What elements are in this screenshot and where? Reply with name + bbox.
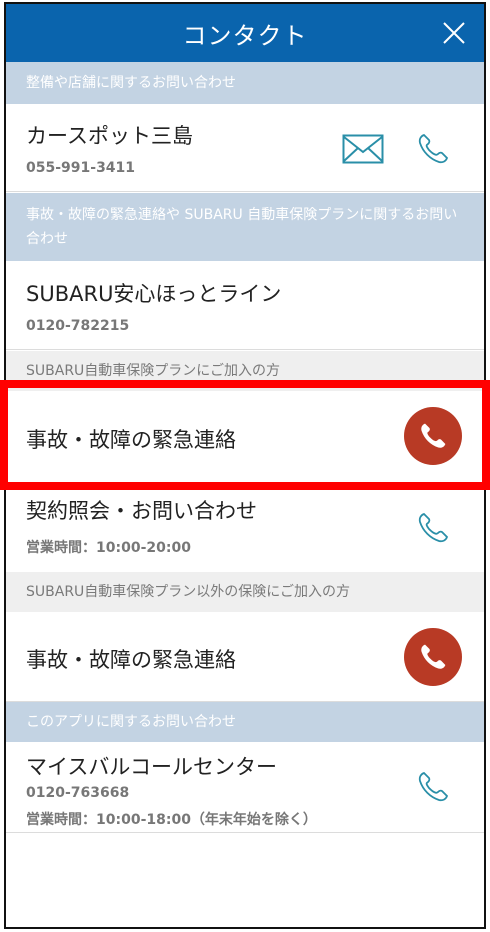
section-label: SUBARU自動車保険プランにご加入の方 [26, 363, 281, 379]
section-label: 事故・故障の緊急連絡や SUBARU 自動車保険プランに関するお問い合わせ [26, 207, 458, 247]
phone-icon[interactable] [404, 407, 462, 465]
contact-row-subaru-line[interactable]: SUBARU安心ほっとライン 0120-782215 [6, 262, 484, 350]
contact-screen: コンタクト 整備や店舗に関するお問い合わせ カースポット三島 055-991-3… [4, 2, 486, 929]
contact-row-dealer[interactable]: カースポット三島 055-991-3411 [6, 104, 484, 192]
mail-icon[interactable] [342, 134, 384, 168]
contact-phone: 0120-763668 [26, 785, 130, 801]
contact-row-other-emergency[interactable]: 事故・故障の緊急連絡 [6, 612, 484, 702]
close-icon[interactable] [440, 19, 468, 47]
section-label: このアプリに関するお問い合わせ [26, 714, 236, 730]
contact-hours: 営業時間：10:00-20:00 [26, 540, 191, 556]
contact-name: マイスバルコールセンター [26, 755, 277, 779]
contact-row-plan-contract[interactable]: 契約照会・お問い合わせ 営業時間：10:00-20:00 [6, 485, 484, 575]
section-header-dealer: 整備や店舗に関するお問い合わせ [6, 62, 484, 104]
section-header-plan-members: SUBARU自動車保険プランにご加入の方 [6, 351, 484, 391]
contact-row-plan-emergency[interactable]: 事故・故障の緊急連絡 [6, 392, 484, 484]
phone-icon[interactable] [416, 132, 450, 170]
header-bar: コンタクト [6, 4, 484, 62]
section-label: 整備や店舗に関するお問い合わせ [26, 75, 236, 91]
contact-name: 事故・故障の緊急連絡 [26, 428, 236, 452]
section-label: SUBARU自動車保険プラン以外の保険にご加入の方 [26, 584, 351, 600]
contact-name: 契約照会・お問い合わせ [26, 499, 257, 523]
section-header-emergency: 事故・故障の緊急連絡や SUBARU 自動車保険プランに関するお問い合わせ [6, 193, 484, 261]
contact-name: カースポット三島 [26, 124, 193, 148]
contact-hours: 営業時間：10:00-18:00（年末年始を除く） [26, 812, 317, 828]
contact-name: 事故・故障の緊急連絡 [26, 648, 236, 672]
section-header-other-insurance: SUBARU自動車保険プラン以外の保険にご加入の方 [6, 572, 484, 612]
contact-name: SUBARU安心ほっとライン [26, 282, 282, 306]
phone-icon[interactable] [416, 511, 450, 549]
phone-icon[interactable] [404, 628, 462, 686]
phone-icon[interactable] [416, 770, 450, 808]
page-title: コンタクト [182, 22, 308, 50]
contact-phone: 0120-782215 [26, 318, 130, 334]
contact-row-call-center[interactable]: マイスバルコールセンター 0120-763668 営業時間：10:00-18:0… [6, 743, 484, 833]
contact-phone: 055-991-3411 [26, 160, 136, 176]
section-header-app: このアプリに関するお問い合わせ [6, 702, 484, 742]
